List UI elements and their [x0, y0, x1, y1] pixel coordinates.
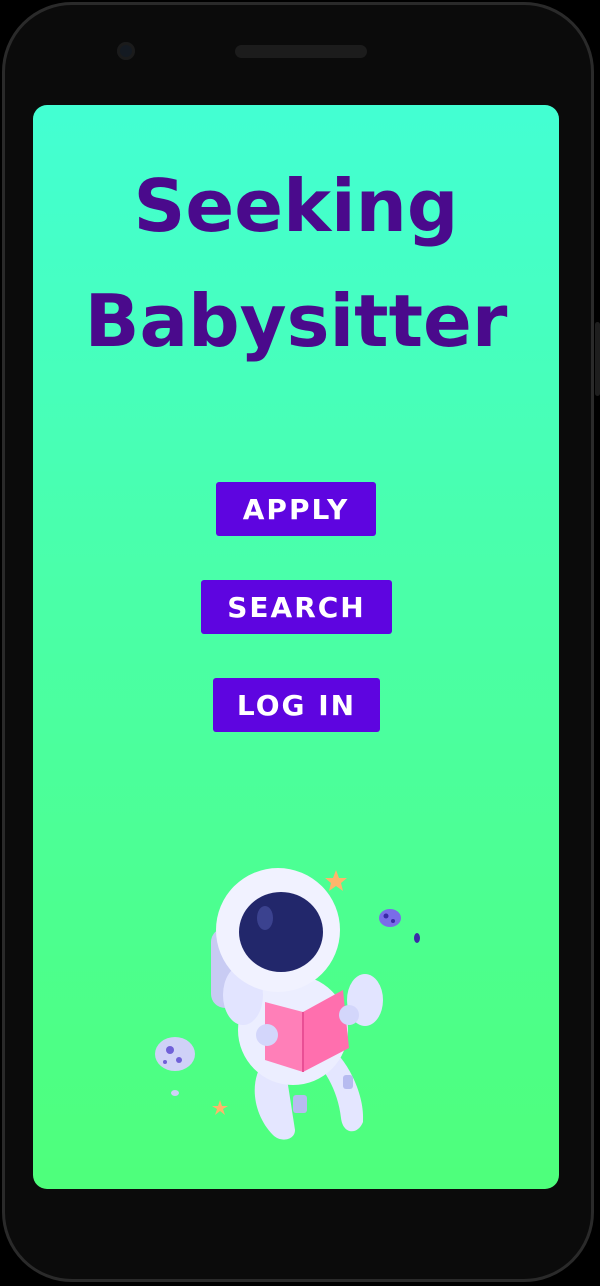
app-screen: Seeking Babysitter APPLY SEARCH LOG IN [33, 105, 559, 1189]
side-power-button [595, 322, 600, 396]
star-icon [212, 1100, 228, 1115]
page-title-line-2: Babysitter [84, 279, 508, 363]
phone-device: Seeking Babysitter APPLY SEARCH LOG IN [0, 0, 600, 1286]
search-button[interactable]: SEARCH [201, 580, 392, 634]
earpiece-speaker [235, 45, 367, 58]
log-in-button[interactable]: LOG IN [213, 678, 380, 732]
front-camera-icon [117, 42, 135, 60]
asteroid-icon [414, 933, 420, 943]
apply-button[interactable]: APPLY [216, 482, 376, 536]
asteroid-icon [155, 1037, 195, 1071]
page-title-line-1: Seeking [133, 164, 459, 248]
star-icon [325, 870, 347, 891]
asteroid-icon [171, 1090, 179, 1096]
astronaut-reading-book-icon [155, 868, 420, 1140]
asteroid-icon [379, 909, 401, 927]
